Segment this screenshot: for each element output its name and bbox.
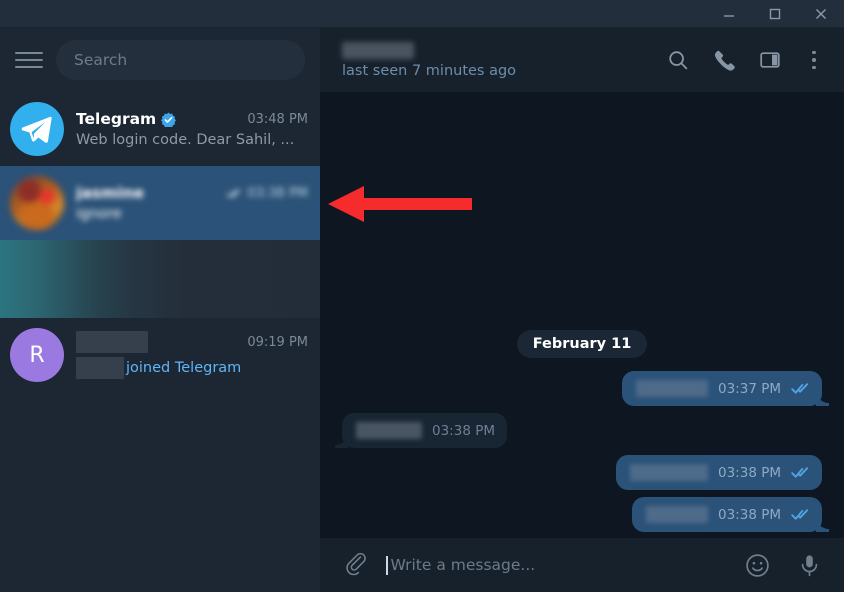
search-icon[interactable] [666, 48, 690, 72]
chat-item-content: Telegram 03:48 PM Web login code. Dear S… [76, 110, 308, 148]
message-composer: Write a message... [320, 538, 844, 592]
more-menu-icon[interactable] [804, 48, 824, 72]
peer-status: last seen 7 minutes ago [342, 62, 517, 79]
panel-icon[interactable] [758, 48, 782, 72]
message-bubble-outgoing[interactable]: 03:37 PM [622, 371, 829, 406]
composer-actions [744, 552, 826, 578]
message-placeholder: Write a message... [390, 556, 536, 574]
chat-preview: joined Telegram [126, 360, 242, 376]
close-button[interactable] [798, 0, 844, 28]
avatar: R [10, 328, 64, 382]
message-bubble-outgoing[interactable]: 03:38 PM [616, 455, 822, 490]
chat-time: 09:19 PM [247, 334, 308, 350]
chat-header-actions [666, 48, 830, 72]
message-bubble-outgoing[interactable]: 03:38 PM [632, 497, 829, 532]
chat-time-with-status: 03:38 PM [226, 186, 308, 201]
message-input[interactable]: Write a message... [382, 538, 730, 592]
maximize-button[interactable] [752, 0, 798, 28]
chat-time: 03:48 PM [247, 111, 308, 127]
chat-item-header: jasmine 03:38 PM [76, 184, 308, 202]
window-body: Search Telegram 03:48 PM Web login code.… [0, 28, 844, 592]
avatar [10, 176, 64, 230]
chat-preview-row: joined Telegram [76, 357, 308, 379]
double-check-read-icon [791, 467, 809, 478]
search-placeholder: Search [74, 51, 128, 69]
chat-item-content: jasmine 03:38 PM ignore [76, 184, 308, 222]
redacted-preview-box [76, 357, 124, 379]
phone-icon[interactable] [712, 48, 736, 72]
chat-time-text: 03:38 PM [247, 185, 308, 201]
chat-item-header: 09:19 PM [76, 331, 308, 353]
double-check-read-icon [791, 383, 809, 394]
redacted-message-text [646, 506, 708, 523]
telegram-plane-icon [21, 116, 52, 143]
emoji-smiley-icon[interactable] [744, 552, 770, 578]
chat-item-header: Telegram 03:48 PM [76, 110, 308, 128]
redacted-message-text [630, 464, 708, 481]
message-time: 03:37 PM [718, 380, 781, 397]
redacted-message-text [636, 380, 708, 397]
microphone-icon[interactable] [796, 552, 822, 578]
chat-item-content: 09:19 PM joined Telegram [76, 331, 308, 379]
double-check-read-icon [791, 509, 809, 520]
message-time: 03:38 PM [432, 422, 495, 439]
chat-name: jasmine [76, 184, 145, 202]
avatar-initial: R [29, 342, 45, 368]
window-titlebar [0, 0, 844, 28]
hamburger-icon[interactable] [14, 45, 44, 75]
chat-list-item-telegram[interactable]: Telegram 03:48 PM Web login code. Dear S… [0, 92, 320, 166]
minimize-button[interactable] [706, 0, 752, 28]
message-time: 03:38 PM [718, 464, 781, 481]
peer-name-redacted [342, 41, 414, 59]
verified-badge-icon [161, 112, 177, 127]
chat-panel: last seen 7 minutes ago February 11 03:3… [320, 28, 844, 592]
redacted-message-text [356, 422, 422, 439]
chat-name: Telegram [76, 110, 157, 128]
redacted-name-box [76, 331, 148, 353]
chat-list-item-redacted-band[interactable] [0, 240, 320, 318]
chat-list-item-new-contact[interactable]: R 09:19 PM joined Telegram [0, 318, 320, 392]
sidebar-toolbar: Search [0, 28, 320, 92]
chat-preview: ignore [76, 206, 122, 222]
message-bubble-incoming[interactable]: 03:38 PM [335, 413, 507, 448]
sidebar: Search Telegram 03:48 PM Web login code.… [0, 28, 320, 592]
chat-list[interactable]: Telegram 03:48 PM Web login code. Dear S… [0, 92, 320, 592]
avatar [10, 102, 64, 156]
double-check-icon [226, 188, 241, 198]
chat-header: last seen 7 minutes ago [320, 28, 844, 92]
chat-preview: Web login code. Dear Sahil, ... [76, 132, 295, 148]
paperclip-icon[interactable] [342, 552, 368, 578]
chat-list-item-selected[interactable]: jasmine 03:38 PM ignore [0, 166, 320, 240]
text-caret [386, 555, 388, 575]
message-time: 03:38 PM [718, 506, 781, 523]
telegram-desktop-window: Search Telegram 03:48 PM Web login code.… [0, 0, 844, 592]
peer-info[interactable]: last seen 7 minutes ago [342, 41, 666, 79]
date-separator: February 11 [516, 330, 648, 358]
search-input[interactable]: Search [56, 40, 305, 80]
message-list[interactable]: February 11 03:37 PM 03:38 PM 03:38 PM 0… [320, 92, 844, 538]
